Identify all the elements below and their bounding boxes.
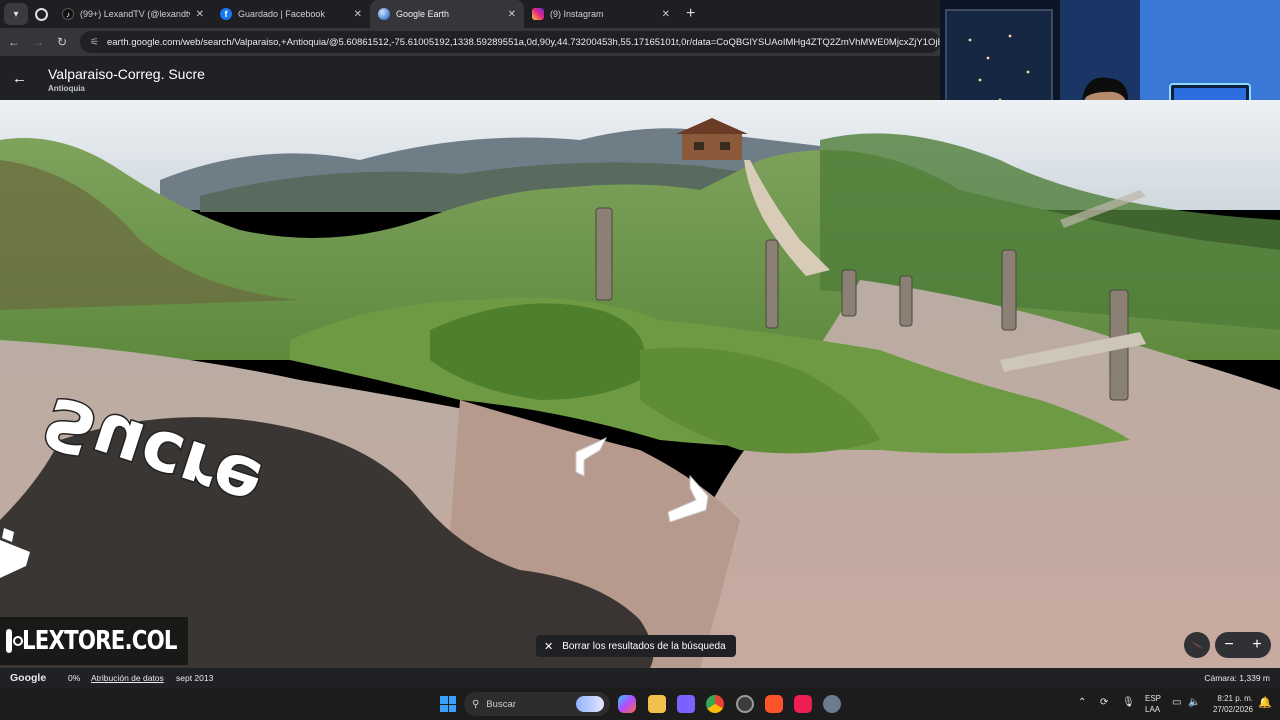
clock-date[interactable]: 27/02/2026 — [1209, 705, 1253, 714]
app-store-icon[interactable] — [677, 695, 695, 713]
taskbar-search-label: Buscar — [486, 698, 516, 710]
close-tab-icon[interactable]: ✕ — [196, 9, 204, 20]
tab-title: (9) Instagram — [550, 9, 604, 19]
earth-place-header: ← Valparaiso-Correg. Sucre Antioquia — [0, 56, 940, 100]
reload-icon[interactable]: ↻ — [50, 35, 74, 49]
place-subtitle: Antioquia — [48, 84, 85, 93]
tab-title: (99+) LexandTV (@lexandtv) | T — [80, 9, 190, 19]
browser-toolbar: ← → ↻ ⚟ earth.google.com/web/search/Valp… — [0, 28, 940, 56]
windows-start-icon[interactable] — [440, 696, 456, 712]
imagery-date: sept 2013 — [176, 673, 214, 683]
new-tab-button[interactable]: + — [686, 5, 695, 23]
microphone-icon[interactable]: 🎙 — [1122, 697, 1135, 708]
clear-search-label: Borrar los resultados de la búsqueda — [562, 640, 726, 652]
taskbar-search-box[interactable]: ⚲ Buscar — [464, 692, 610, 716]
address-bar[interactable]: ⚟ earth.google.com/web/search/Valparaiso… — [80, 31, 940, 53]
network-icon[interactable]: ▭ — [1172, 697, 1181, 708]
brave-icon[interactable] — [765, 695, 783, 713]
instagram-watermark: LEXTORE.COL — [0, 617, 188, 665]
back-arrow-icon[interactable]: ← — [12, 70, 27, 87]
browser-tab-strip: ▾ ♪ (99+) LexandTV (@lexandtv) | T ✕ f G… — [0, 0, 940, 28]
instagram-icon — [532, 8, 544, 20]
tab-google-earth[interactable]: Google Earth ✕ — [370, 0, 524, 28]
zoom-out-button[interactable]: − — [1224, 636, 1233, 654]
google-earth-icon — [378, 8, 390, 20]
earth-status-bar: Google 0% Atribución de datos sept 2013 … — [0, 668, 1280, 688]
tab-search-button[interactable]: ▾ — [4, 3, 28, 25]
screen: ▾ ♪ (99+) LexandTV (@lexandtv) | T ✕ f G… — [0, 0, 1280, 720]
keyboard-layout[interactable]: LAA — [1145, 705, 1160, 714]
google-logo: Google — [10, 672, 47, 684]
tab-title: Google Earth — [396, 9, 450, 19]
close-tab-icon[interactable]: ✕ — [662, 9, 670, 20]
tab-title: Guardado | Facebook — [238, 9, 325, 19]
tilt-readout: 0% — [68, 673, 81, 683]
tiktok-icon[interactable] — [794, 695, 812, 713]
zoom-control: − + — [1215, 632, 1271, 658]
close-icon: ✕ — [544, 640, 554, 653]
windows-taskbar: ⚲ Buscar ⌃ ⟳ 🎙 ESP LAA ▭ 🔈 8:21 p. m. 27… — [0, 688, 1280, 720]
file-explorer-icon[interactable] — [648, 695, 666, 713]
compass-button[interactable] — [1184, 632, 1210, 658]
language-indicator[interactable]: ESP — [1145, 694, 1161, 703]
close-tab-icon[interactable]: ✕ — [354, 9, 362, 20]
tab-tiktok[interactable]: ♪ (99+) LexandTV (@lexandtv) | T ✕ — [54, 0, 212, 28]
place-title: Valparaiso-Correg. Sucre — [48, 66, 205, 82]
watermark-handle: LEXTORE.COL — [22, 626, 177, 656]
tiktok-icon: ♪ — [62, 8, 74, 20]
zoom-in-button[interactable]: + — [1252, 636, 1261, 654]
clear-search-button[interactable]: ✕ Borrar los resultados de la búsqueda — [536, 635, 736, 657]
obs-icon[interactable] — [736, 695, 754, 713]
clock-time[interactable]: 8:21 p. m. — [1211, 694, 1253, 703]
close-tab-icon[interactable]: ✕ — [508, 9, 516, 20]
whatsapp-icon — [34, 7, 48, 21]
chevron-up-icon[interactable]: ⌃ — [1078, 697, 1086, 708]
compass-icon — [1191, 641, 1204, 650]
notifications-bell-icon[interactable]: 🔔 — [1258, 696, 1272, 709]
data-attribution-link[interactable]: Atribución de datos — [91, 673, 164, 683]
settings-gear-icon[interactable] — [823, 695, 841, 713]
tab-facebook[interactable]: f Guardado | Facebook ✕ — [212, 0, 370, 28]
forward-arrow-icon[interactable]: → — [26, 35, 50, 49]
camera-altitude: Cámara: 1,339 m — [1204, 673, 1270, 683]
sync-icon[interactable]: ⟳ — [1100, 697, 1108, 708]
whatsapp-pinned-tab[interactable] — [28, 7, 54, 21]
search-icon: ⚲ — [472, 698, 480, 710]
volume-icon[interactable]: 🔈 — [1188, 697, 1200, 708]
back-arrow-icon[interactable]: ← — [2, 35, 26, 49]
tab-instagram[interactable]: (9) Instagram ✕ — [524, 0, 678, 28]
instagram-icon — [6, 629, 23, 653]
url-text: earth.google.com/web/search/Valparaiso,+… — [106, 36, 940, 48]
facebook-icon: f — [220, 8, 232, 20]
site-info-icon[interactable]: ⚟ — [90, 37, 99, 48]
copilot-icon[interactable] — [618, 695, 636, 713]
street-view-panorama[interactable]: Sucre — [0, 100, 1280, 668]
chrome-icon[interactable] — [706, 695, 724, 713]
street-view-image: Sucre — [0, 100, 1280, 668]
search-highlight-icon — [576, 696, 604, 712]
